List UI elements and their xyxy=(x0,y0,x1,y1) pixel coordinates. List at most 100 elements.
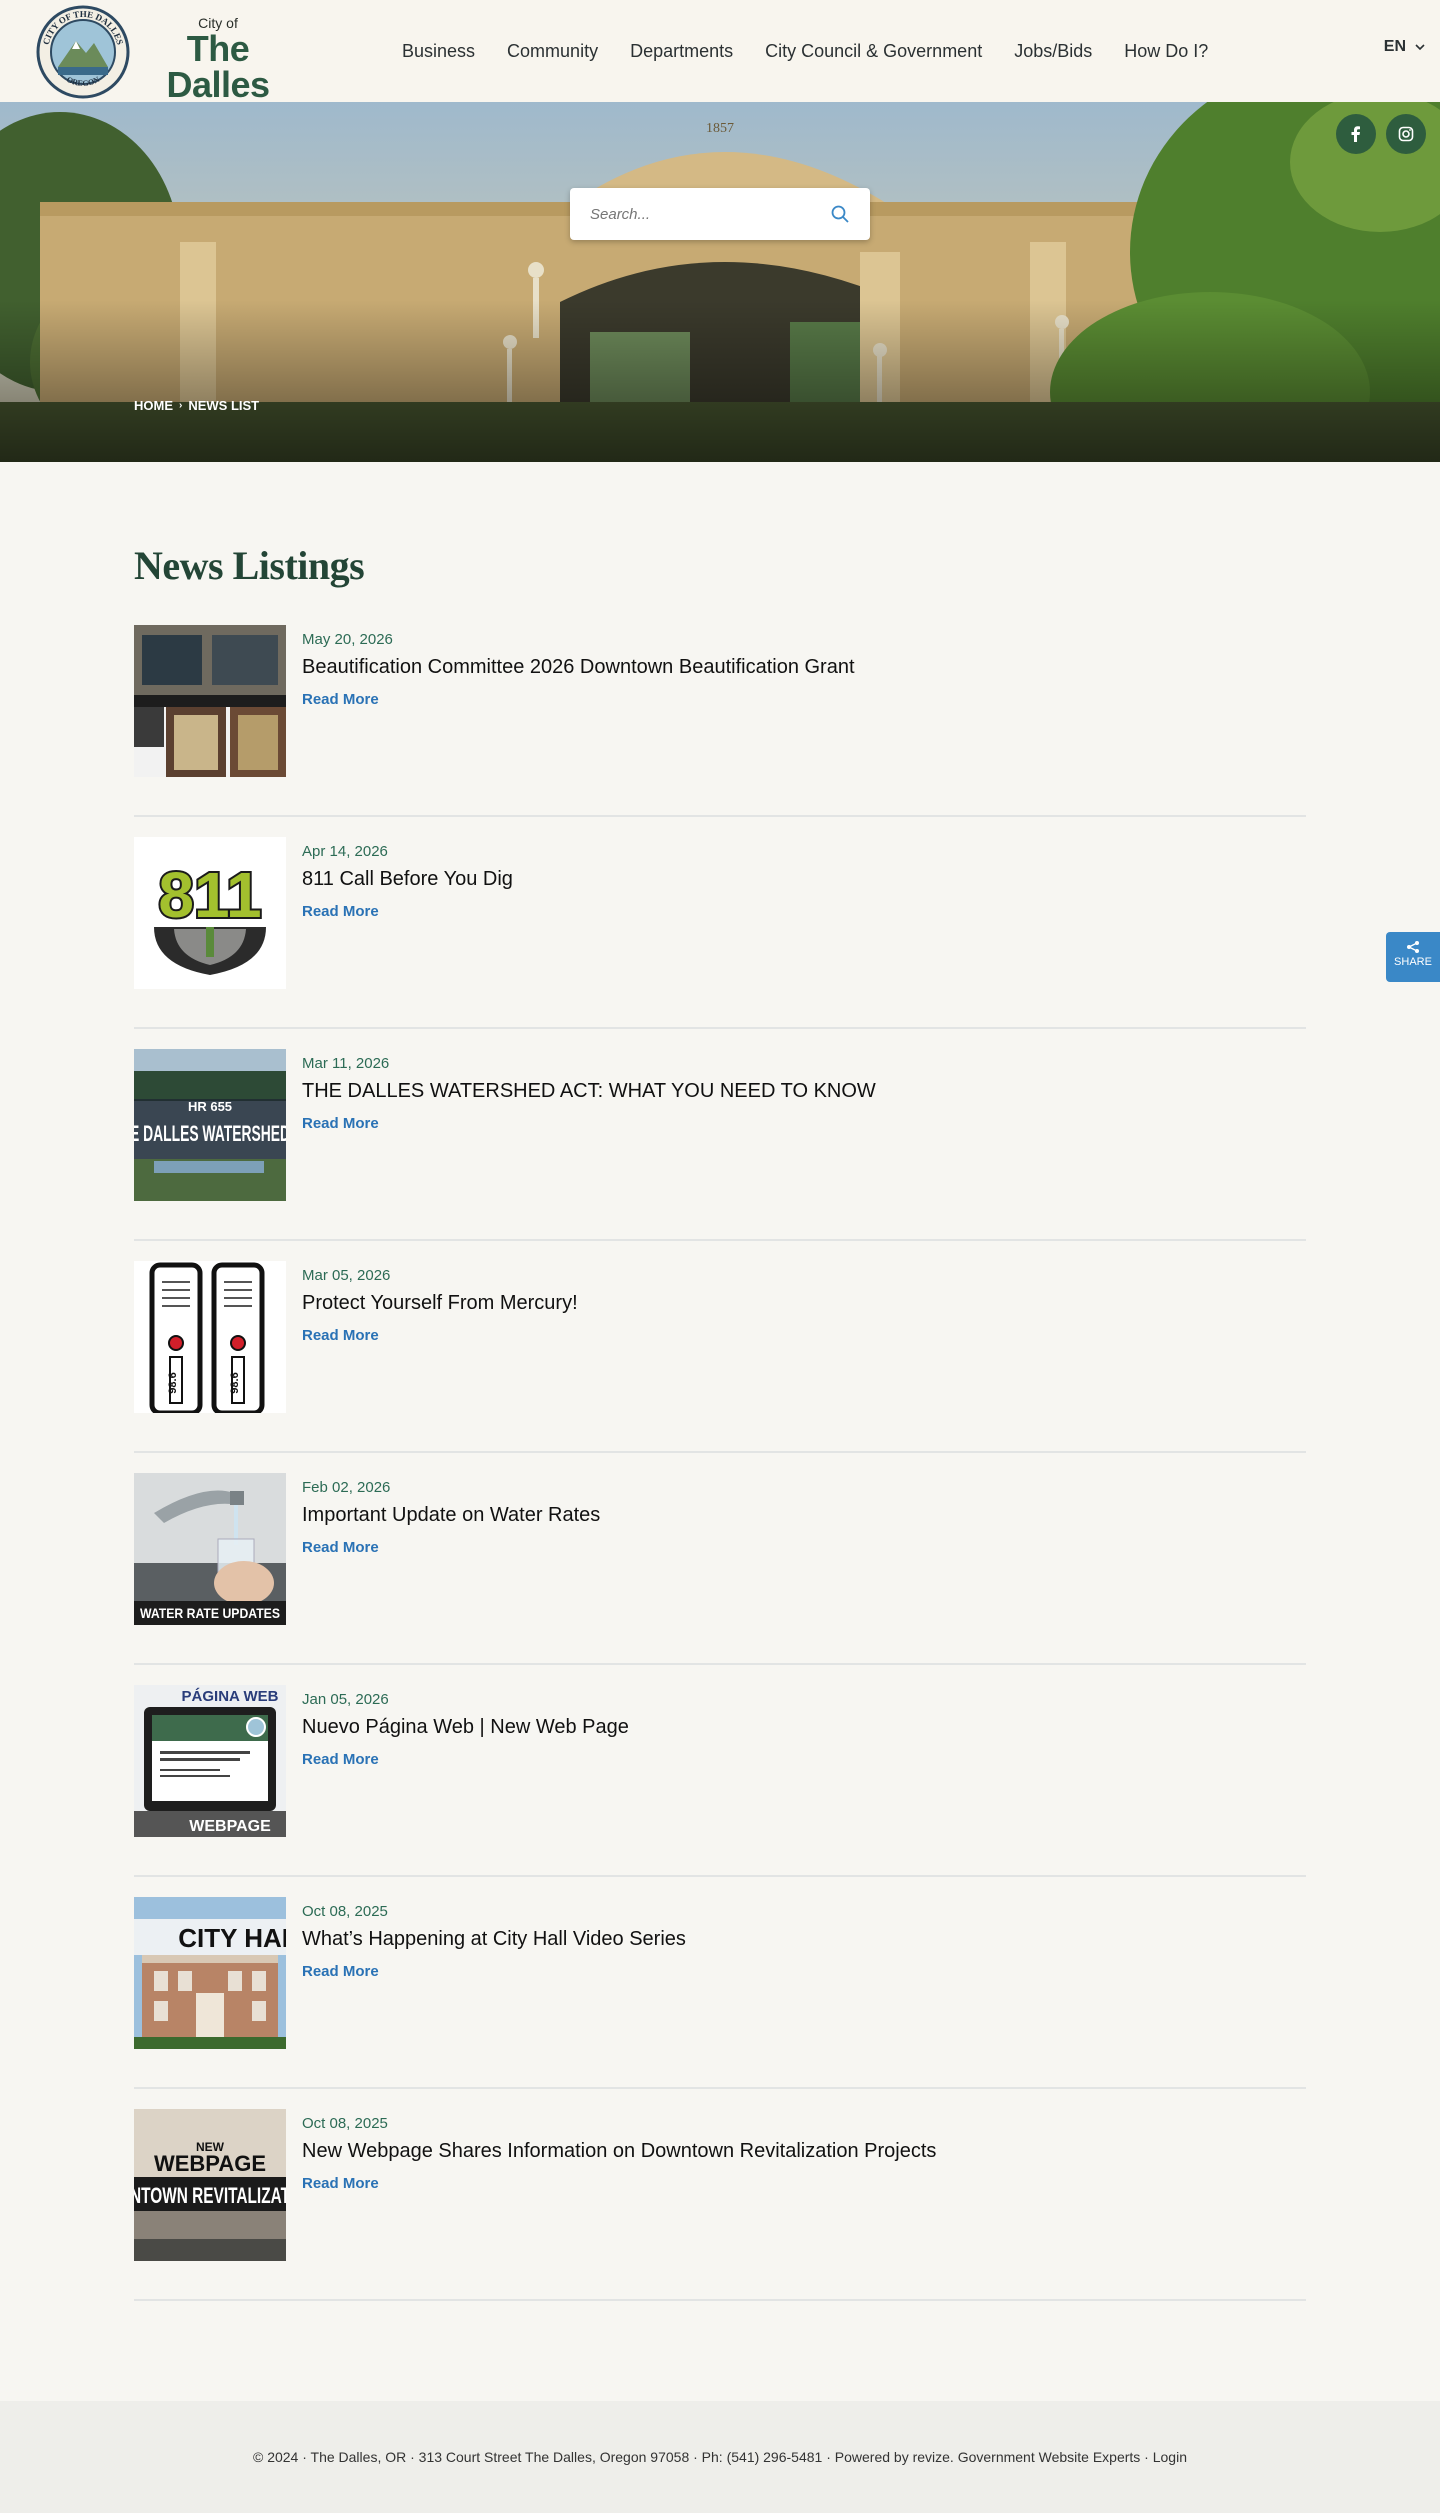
news-title[interactable]: What’s Happening at City Hall Video Seri… xyxy=(302,1928,686,1951)
watershed-photo: HR 655 E DALLES WATERSHED xyxy=(134,1049,286,1201)
nav-community[interactable]: Community xyxy=(507,41,598,62)
logo-city-name: The Dalles xyxy=(166,28,270,105)
news-thumbnail[interactable]: 98.6 98.6 xyxy=(134,1261,286,1413)
news-thumbnail[interactable]: HR 655 E DALLES WATERSHED xyxy=(134,1049,286,1201)
news-thumbnail[interactable]: WATER RATE UPDATES xyxy=(134,1473,286,1625)
news-thumbnail[interactable]: PÁGINA WEB WEBPAGE xyxy=(134,1685,286,1837)
watershed-text: E DALLES WATERSHED xyxy=(134,1121,286,1146)
nav-how-do-i[interactable]: How Do I? xyxy=(1124,41,1208,62)
breadcrumb-home[interactable]: HOME xyxy=(134,398,173,413)
search-input[interactable] xyxy=(590,205,830,223)
news-item: 811 Apr 14, 2026 811 Call Before You Dig… xyxy=(134,837,1306,1029)
instagram-icon xyxy=(1398,126,1414,142)
news-body: Oct 08, 2025 New Webpage Shares Informat… xyxy=(302,2109,936,2193)
search-icon[interactable] xyxy=(830,204,850,224)
revitalization-graphic: NEW WEBPAGE NTOWN REVITALIZAT xyxy=(134,2109,286,2261)
news-item: HR 655 E DALLES WATERSHED Mar 11, 2026 T… xyxy=(134,1049,1306,1241)
read-more-link[interactable]: Read More xyxy=(302,691,379,708)
site-footer: © 2024 · The Dalles, OR · 313 Court Stre… xyxy=(0,2401,1440,2513)
news-date: Feb 02, 2026 xyxy=(302,1479,391,1496)
news-item: CITY HAL Oct 08, 2025 What’s Happening a… xyxy=(134,1897,1306,2089)
read-more-link[interactable]: Read More xyxy=(302,1963,379,1980)
nav-city-council[interactable]: City Council & Government xyxy=(765,41,982,62)
nav-jobs-bids[interactable]: Jobs/Bids xyxy=(1014,41,1092,62)
news-date: May 20, 2026 xyxy=(302,631,393,648)
news-thumbnail[interactable] xyxy=(134,625,286,777)
instagram-button[interactable] xyxy=(1386,114,1426,154)
news-body: May 20, 2026 Beautification Committee 20… xyxy=(302,625,855,709)
city-seal-logo[interactable]: CITY OF THE DALLES OREGON xyxy=(36,5,130,99)
share-icon xyxy=(1407,941,1419,953)
breadcrumb-separator-icon: › xyxy=(179,400,183,411)
news-date: Jan 05, 2026 xyxy=(302,1691,389,1708)
news-body: Oct 08, 2025 What’s Happening at City Ha… xyxy=(302,1897,686,1981)
facebook-icon xyxy=(1351,126,1360,142)
main-nav: Business Community Departments City Coun… xyxy=(402,0,1240,102)
news-body: Mar 11, 2026 THE DALLES WATERSHED ACT: W… xyxy=(302,1049,876,1133)
news-thumbnail[interactable]: CITY HAL xyxy=(134,1897,286,2049)
thermometer-reading-2: 98.6 xyxy=(229,1372,241,1393)
arch-year-plaque: 1857 xyxy=(706,121,734,136)
share-label: SHARE xyxy=(1394,956,1432,968)
revitalization-text: NTOWN REVITALIZAT xyxy=(134,2183,286,2208)
read-more-link[interactable]: Read More xyxy=(302,903,379,920)
news-title[interactable]: Beautification Committee 2026 Downtown B… xyxy=(302,656,855,679)
news-title[interactable]: 811 Call Before You Dig xyxy=(302,868,513,891)
read-more-link[interactable]: Read More xyxy=(302,2175,379,2192)
news-title[interactable]: Important Update on Water Rates xyxy=(302,1504,600,1527)
news-date: Apr 14, 2026 xyxy=(302,843,388,860)
page-title: News Listings xyxy=(134,543,365,588)
webpage-text: WEBPAGE xyxy=(189,1818,271,1835)
laptop-webpage-graphic: PÁGINA WEB WEBPAGE xyxy=(134,1685,286,1837)
social-links xyxy=(1336,114,1426,154)
news-item: NEW WEBPAGE NTOWN REVITALIZAT Oct 08, 20… xyxy=(134,2109,1306,2301)
webpage-heading-text: WEBPAGE xyxy=(154,2151,266,2176)
read-more-link[interactable]: Read More xyxy=(302,1327,379,1344)
news-body: Feb 02, 2026 Important Update on Water R… xyxy=(302,1473,600,1557)
read-more-link[interactable]: Read More xyxy=(302,1751,379,1768)
city-hall-text: CITY HAL xyxy=(178,1923,286,1953)
news-thumbnail[interactable]: 811 xyxy=(134,837,286,989)
search-box xyxy=(570,188,870,240)
language-selector[interactable]: EN xyxy=(1384,38,1426,56)
news-date: Mar 11, 2026 xyxy=(302,1055,390,1072)
facebook-button[interactable] xyxy=(1336,114,1376,154)
share-button[interactable]: SHARE xyxy=(1386,932,1440,982)
news-title[interactable]: New Webpage Shares Information on Downto… xyxy=(302,2140,936,2163)
news-title[interactable]: THE DALLES WATERSHED ACT: WHAT YOU NEED … xyxy=(302,1080,876,1103)
news-item: May 20, 2026 Beautification Committee 20… xyxy=(134,625,1306,817)
language-label: EN xyxy=(1383,38,1406,55)
news-list-main: News Listings May 20, 2026 Beautificatio… xyxy=(0,462,1440,2361)
storefront-photo xyxy=(134,625,286,777)
breadcrumb-current: NEWS LIST xyxy=(188,398,260,413)
thermometers-graphic: 98.6 98.6 xyxy=(134,1261,286,1413)
breadcrumb: HOME › NEWS LIST xyxy=(134,398,259,413)
site-header: CITY OF THE DALLES OREGON City of The Da… xyxy=(0,0,1440,119)
news-date: Mar 05, 2026 xyxy=(302,1267,391,1284)
news-body: Mar 05, 2026 Protect Yourself From Mercu… xyxy=(302,1261,578,1345)
read-more-link[interactable]: Read More xyxy=(302,1539,379,1556)
read-more-link[interactable]: Read More xyxy=(302,1115,379,1132)
water-rate-text: WATER RATE UPDATES xyxy=(140,1605,280,1621)
nav-business[interactable]: Business xyxy=(402,41,475,62)
news-date: Oct 08, 2025 xyxy=(302,2115,388,2132)
news-thumbnail[interactable]: NEW WEBPAGE NTOWN REVITALIZAT xyxy=(134,2109,286,2261)
news-body: Jan 05, 2026 Nuevo Página Web | New Web … xyxy=(302,1685,629,1769)
hr655-text: HR 655 xyxy=(188,1099,232,1114)
news-item: PÁGINA WEB WEBPAGE Jan 05, 2026 Nuevo Pá… xyxy=(134,1685,1306,1877)
city-hall-photo: CITY HAL xyxy=(134,1897,286,2049)
hero-banner: 1857 HOME › NEWS LIST xyxy=(0,102,1440,462)
pagina-web-text: PÁGINA WEB xyxy=(182,1688,279,1705)
news-title[interactable]: Nuevo Página Web | New Web Page xyxy=(302,1716,629,1739)
811-text: 811 xyxy=(158,859,261,931)
water-faucet-photo: WATER RATE UPDATES xyxy=(134,1473,286,1625)
thermometer-reading-1: 98.6 xyxy=(167,1372,179,1393)
news-title[interactable]: Protect Yourself From Mercury! xyxy=(302,1292,578,1315)
news-item: 98.6 98.6 Mar 05, 2026 Protect Yourself … xyxy=(134,1261,1306,1453)
811-logo: 811 xyxy=(134,837,286,989)
chevron-down-icon xyxy=(1415,44,1425,51)
news-date: Oct 08, 2025 xyxy=(302,1903,388,1920)
nav-departments[interactable]: Departments xyxy=(630,41,733,62)
news-body: Apr 14, 2026 811 Call Before You Dig Rea… xyxy=(302,837,513,921)
news-item: WATER RATE UPDATES Feb 02, 2026 Importan… xyxy=(134,1473,1306,1665)
